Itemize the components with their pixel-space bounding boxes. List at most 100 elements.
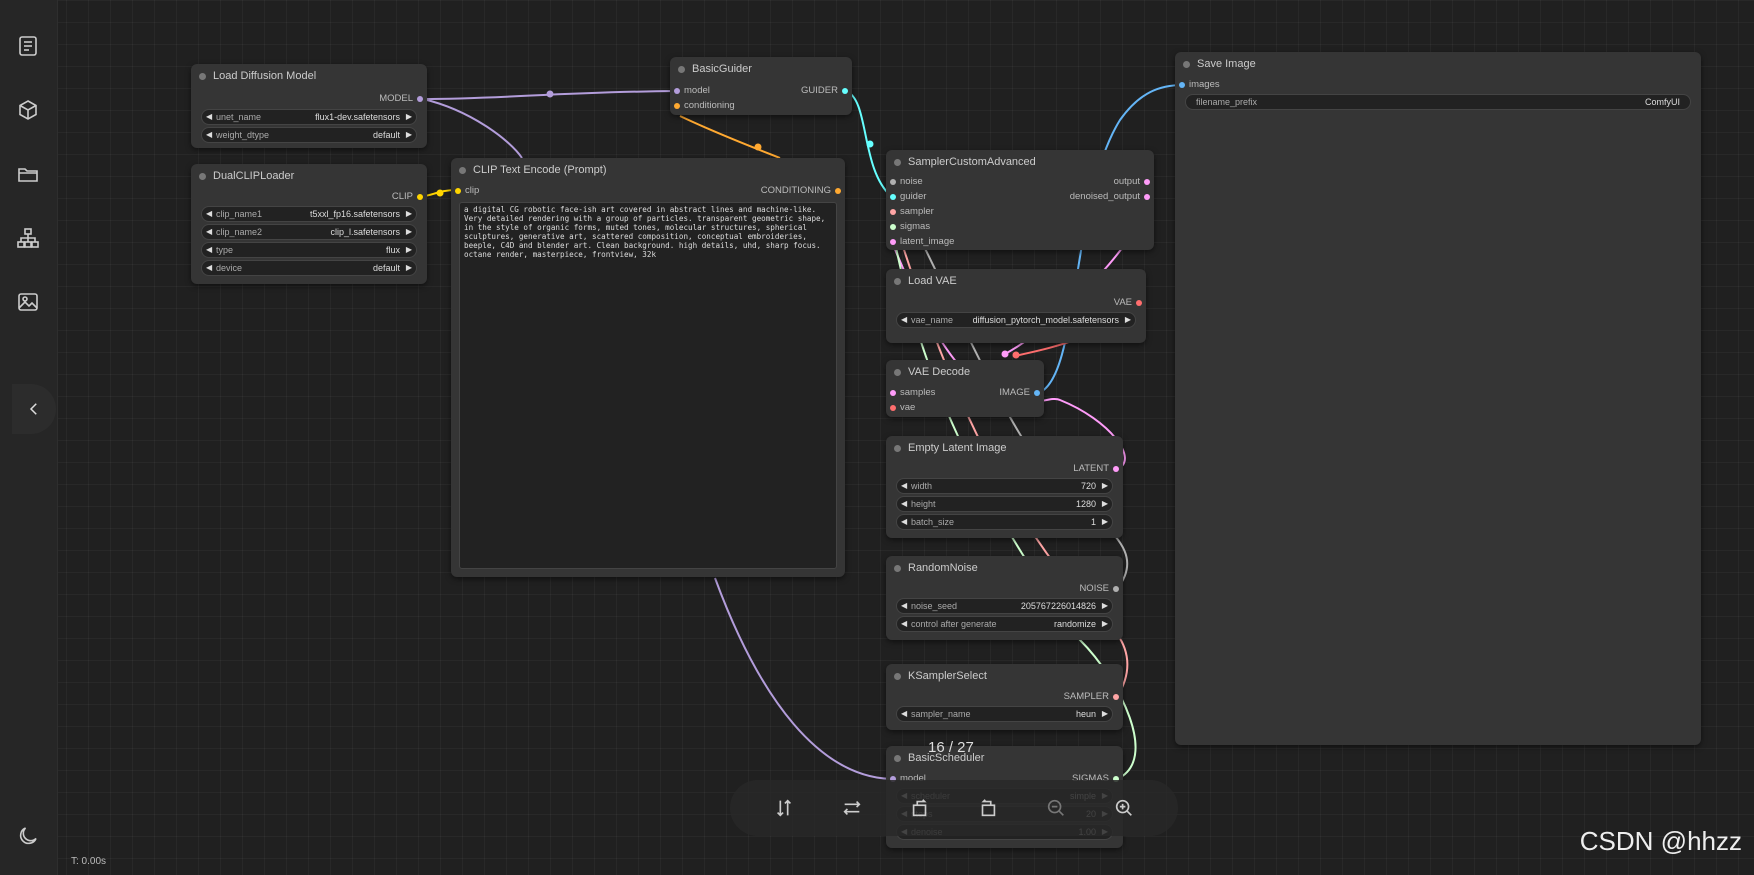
output-slot-noise[interactable]: NOISE — [1079, 582, 1119, 596]
output-slot-vae[interactable]: VAE — [1114, 296, 1142, 310]
flip-horizontal-icon[interactable] — [838, 794, 866, 822]
widget-width[interactable]: ◀ width 720 ▶ — [896, 478, 1113, 494]
input-slot-conditioning[interactable]: conditioning — [674, 99, 735, 113]
input-slot-guider[interactable]: guider — [890, 190, 926, 204]
slot-dot[interactable] — [1144, 194, 1150, 200]
decrement-arrow-icon[interactable]: ◀ — [206, 110, 212, 124]
node-title[interactable]: VAE Decode — [886, 360, 1044, 384]
node-ksampler-select[interactable]: KSamplerSelect SAMPLER ◀ sampler_name heun… — [886, 664, 1123, 730]
prompt-textarea[interactable]: a digital CG robotic face-ish art covere… — [459, 202, 837, 569]
rotate-right-icon[interactable] — [974, 794, 1002, 822]
model-library-icon[interactable] — [12, 94, 44, 126]
slot-dot[interactable] — [417, 96, 423, 102]
decrement-arrow-icon[interactable]: ◀ — [206, 243, 212, 257]
output-slot-image[interactable]: IMAGE — [999, 386, 1040, 400]
slot-dot[interactable] — [1113, 466, 1119, 472]
slot-dot[interactable] — [890, 390, 896, 396]
increment-arrow-icon[interactable]: ▶ — [406, 128, 412, 142]
increment-arrow-icon[interactable]: ▶ — [1102, 599, 1108, 613]
slot-dot[interactable] — [890, 224, 896, 230]
node-title[interactable]: RandomNoise — [886, 556, 1123, 580]
input-slot-sampler[interactable]: sampler — [890, 205, 934, 219]
widget-clip-name1[interactable]: ◀ clip_name1 t5xxl_fp16.safetensors ▶ — [201, 206, 417, 222]
increment-arrow-icon[interactable]: ▶ — [1102, 515, 1108, 529]
increment-arrow-icon[interactable]: ▶ — [1102, 707, 1108, 721]
decrement-arrow-icon[interactable]: ◀ — [901, 313, 907, 327]
increment-arrow-icon[interactable]: ▶ — [406, 243, 412, 257]
widget-filename-prefix[interactable]: filename_prefix ComfyUI — [1185, 94, 1691, 110]
slot-dot[interactable] — [455, 188, 461, 194]
widget-sampler-name[interactable]: ◀ sampler_name heun ▶ — [896, 706, 1113, 722]
output-slot-conditioning[interactable]: CONDITIONING — [761, 184, 841, 198]
workflows-icon[interactable] — [12, 158, 44, 190]
node-title[interactable]: Load Diffusion Model — [191, 64, 427, 88]
input-slot-images[interactable]: images — [1179, 78, 1220, 92]
slot-dot[interactable] — [1113, 694, 1119, 700]
slot-dot[interactable] — [674, 103, 680, 109]
node-title[interactable]: KSamplerSelect — [886, 664, 1123, 688]
node-random-noise[interactable]: RandomNoise NOISE ◀ noise_seed 20576722601… — [886, 556, 1123, 640]
increment-arrow-icon[interactable]: ▶ — [1125, 313, 1131, 327]
zoom-out-icon[interactable] — [1042, 794, 1070, 822]
increment-arrow-icon[interactable]: ▶ — [1102, 617, 1108, 631]
node-load-vae[interactable]: Load VAE VAE ◀ vae_name diffusion_pytorch_… — [886, 269, 1146, 343]
rotate-left-icon[interactable] — [906, 794, 934, 822]
zoom-in-icon[interactable] — [1110, 794, 1138, 822]
slot-dot[interactable] — [890, 209, 896, 215]
slot-dot[interactable] — [1144, 179, 1150, 185]
decrement-arrow-icon[interactable]: ◀ — [901, 515, 907, 529]
decrement-arrow-icon[interactable]: ◀ — [901, 617, 907, 631]
widget-clip-name2[interactable]: ◀ clip_name2 clip_l.safetensors ▶ — [201, 224, 417, 240]
output-slot-model[interactable]: MODEL — [379, 92, 423, 106]
input-slot-latent-image[interactable]: latent_image — [890, 235, 954, 249]
widget-unet-name[interactable]: ◀ unet_name flux1-dev.safetensors ▶ — [201, 109, 417, 125]
slot-dot[interactable] — [674, 88, 680, 94]
slot-dot[interactable] — [1034, 390, 1040, 396]
theme-toggle-moon-icon[interactable] — [12, 820, 44, 852]
decrement-arrow-icon[interactable]: ◀ — [206, 207, 212, 221]
slot-dot[interactable] — [890, 405, 896, 411]
decrement-arrow-icon[interactable]: ◀ — [901, 599, 907, 613]
output-slot-guider[interactable]: GUIDER — [801, 84, 848, 98]
output-slot-sampler[interactable]: SAMPLER — [1064, 690, 1119, 704]
widget-batch-size[interactable]: ◀ batch_size 1 ▶ — [896, 514, 1113, 530]
slot-dot[interactable] — [1136, 300, 1142, 306]
node-dual-clip-loader[interactable]: DualCLIPLoader CLIP ◀ clip_name1 t5xxl_fp1… — [191, 164, 427, 284]
decrement-arrow-icon[interactable]: ◀ — [206, 261, 212, 275]
slot-dot[interactable] — [842, 88, 848, 94]
node-clip-text-encode[interactable]: CLIP Text Encode (Prompt) clip CONDITION… — [451, 158, 845, 577]
increment-arrow-icon[interactable]: ▶ — [406, 225, 412, 239]
widget-vae-name[interactable]: ◀ vae_name diffusion_pytorch_model.safeten… — [896, 312, 1136, 328]
decrement-arrow-icon[interactable]: ◀ — [901, 707, 907, 721]
widget-height[interactable]: ◀ height 1280 ▶ — [896, 496, 1113, 512]
node-basic-guider[interactable]: BasicGuider model conditioning GUIDER — [670, 57, 852, 115]
node-title[interactable]: DualCLIPLoader — [191, 164, 427, 188]
node-title[interactable]: Load VAE — [886, 269, 1146, 293]
decrement-arrow-icon[interactable]: ◀ — [901, 497, 907, 511]
flip-vertical-icon[interactable] — [770, 794, 798, 822]
widget-device[interactable]: ◀ device default ▶ — [201, 260, 417, 276]
widget-control-after-generate[interactable]: ◀ control after generate randomize ▶ — [896, 616, 1113, 632]
node-title[interactable]: BasicScheduler — [886, 746, 1123, 770]
image-gallery-icon[interactable] — [12, 286, 44, 318]
increment-arrow-icon[interactable]: ▶ — [1102, 479, 1108, 493]
increment-arrow-icon[interactable]: ▶ — [406, 261, 412, 275]
slot-dot[interactable] — [1113, 586, 1119, 592]
node-load-diffusion-model[interactable]: Load Diffusion Model MODEL ◀ unet_name flu… — [191, 64, 427, 148]
slot-dot[interactable] — [890, 239, 896, 245]
node-save-image[interactable]: Save Image images filename_prefix ComfyUI — [1175, 52, 1701, 745]
increment-arrow-icon[interactable]: ▶ — [406, 110, 412, 124]
output-slot-output[interactable]: output — [1114, 175, 1150, 189]
widget-noise-seed[interactable]: ◀ noise_seed 205767226014826 ▶ — [896, 598, 1113, 614]
input-slot-noise[interactable]: noise — [890, 175, 923, 189]
node-vae-decode[interactable]: VAE Decode samples vae IMAGE — [886, 360, 1044, 417]
node-empty-latent-image[interactable]: Empty Latent Image LATENT ◀ width 720 ▶ ◀ he… — [886, 436, 1123, 538]
input-slot-vae[interactable]: vae — [890, 401, 915, 415]
widget-type[interactable]: ◀ type flux ▶ — [201, 242, 417, 258]
output-slot-latent[interactable]: LATENT — [1073, 462, 1119, 476]
node-title[interactable]: Save Image — [1175, 52, 1701, 76]
input-slot-clip[interactable]: clip — [455, 184, 479, 198]
decrement-arrow-icon[interactable]: ◀ — [206, 128, 212, 142]
node-title[interactable]: BasicGuider — [670, 57, 852, 81]
output-slot-clip[interactable]: CLIP — [392, 190, 423, 204]
